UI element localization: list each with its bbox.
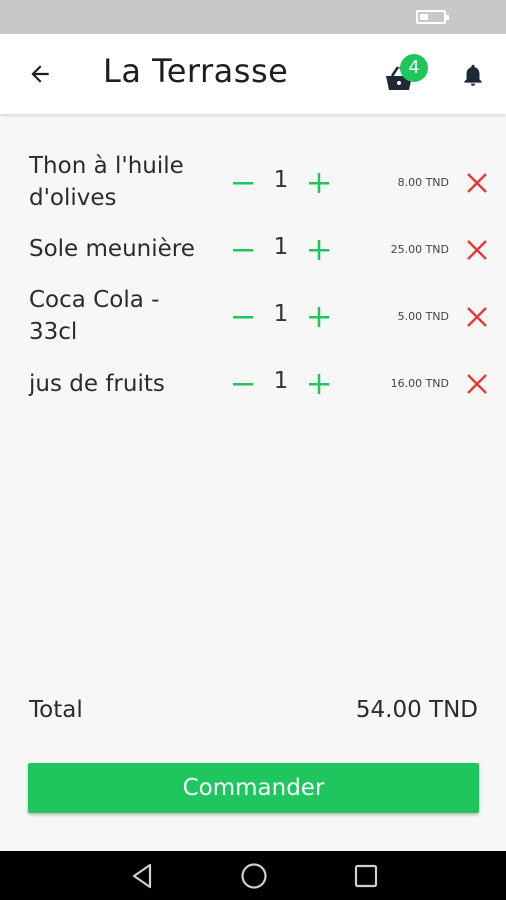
minus-icon <box>233 182 253 185</box>
item-price: 16.00 TND <box>390 377 449 390</box>
back-button[interactable] <box>18 54 62 94</box>
increase-quantity-button[interactable] <box>304 369 334 399</box>
square-recent-icon <box>354 864 378 888</box>
close-icon <box>467 240 487 260</box>
battery-icon <box>416 10 449 24</box>
plus-icon <box>309 307 329 327</box>
close-icon <box>467 374 487 394</box>
quantity-value: 1 <box>273 234 289 260</box>
minus-icon <box>233 383 253 386</box>
quantity-value: 1 <box>273 301 289 327</box>
increase-quantity-button[interactable] <box>304 168 334 198</box>
item-name: Coca Cola - 33cl <box>29 287 160 345</box>
arrow-left-icon <box>31 65 49 83</box>
status-bar <box>0 0 506 34</box>
bell-icon <box>464 64 482 86</box>
decrease-quantity-button[interactable] <box>228 369 258 399</box>
total-label: Total <box>29 697 83 723</box>
minus-icon <box>233 249 253 252</box>
decrease-quantity-button[interactable] <box>228 302 258 332</box>
increase-quantity-button[interactable] <box>304 235 334 265</box>
nav-home-button[interactable] <box>238 861 270 891</box>
nav-back-button[interactable] <box>126 861 158 891</box>
minus-icon <box>233 316 253 319</box>
total-value: 54.00 TND <box>355 697 478 723</box>
close-icon <box>467 173 487 193</box>
plus-icon <box>309 374 329 394</box>
decrease-quantity-button[interactable] <box>228 235 258 265</box>
item-price: 25.00 TND <box>390 243 449 256</box>
triangle-back-icon <box>132 863 152 889</box>
notifications-button[interactable] <box>456 58 490 92</box>
quantity-value: 1 <box>273 167 289 193</box>
increase-quantity-button[interactable] <box>304 302 334 332</box>
system-navigation-bar <box>0 851 506 900</box>
cart-count-badge: 4 <box>400 54 428 82</box>
item-name: Thon à l'huile d'olives <box>29 153 184 211</box>
order-button[interactable]: Commander <box>28 763 479 813</box>
list-item: Thon à l'huile d'olives 1 8.00 TND <box>0 150 506 214</box>
list-item: Coca Cola - 33cl 1 5.00 TND <box>0 284 506 348</box>
app-bar: La Terrasse 4 <box>0 34 506 114</box>
remove-item-button[interactable] <box>464 371 490 397</box>
quantity-value: 1 <box>273 368 289 394</box>
remove-item-button[interactable] <box>464 237 490 263</box>
remove-item-button[interactable] <box>464 304 490 330</box>
item-name: jus de fruits <box>29 371 165 397</box>
cart-button[interactable]: 4 <box>378 54 430 96</box>
circle-home-icon <box>241 863 267 889</box>
item-price: 8.00 TND <box>397 176 449 189</box>
plus-icon <box>309 173 329 193</box>
decrease-quantity-button[interactable] <box>228 168 258 198</box>
list-item: jus de fruits 1 16.00 TND <box>0 351 506 415</box>
close-icon <box>467 307 487 327</box>
plus-icon <box>309 240 329 260</box>
nav-recent-button[interactable] <box>350 861 382 891</box>
remove-item-button[interactable] <box>464 170 490 196</box>
page-title: La Terrasse <box>103 52 289 90</box>
item-price: 5.00 TND <box>397 310 449 323</box>
item-name: Sole meunière <box>29 236 195 262</box>
list-item: Sole meunière 1 25.00 TND <box>0 217 506 281</box>
